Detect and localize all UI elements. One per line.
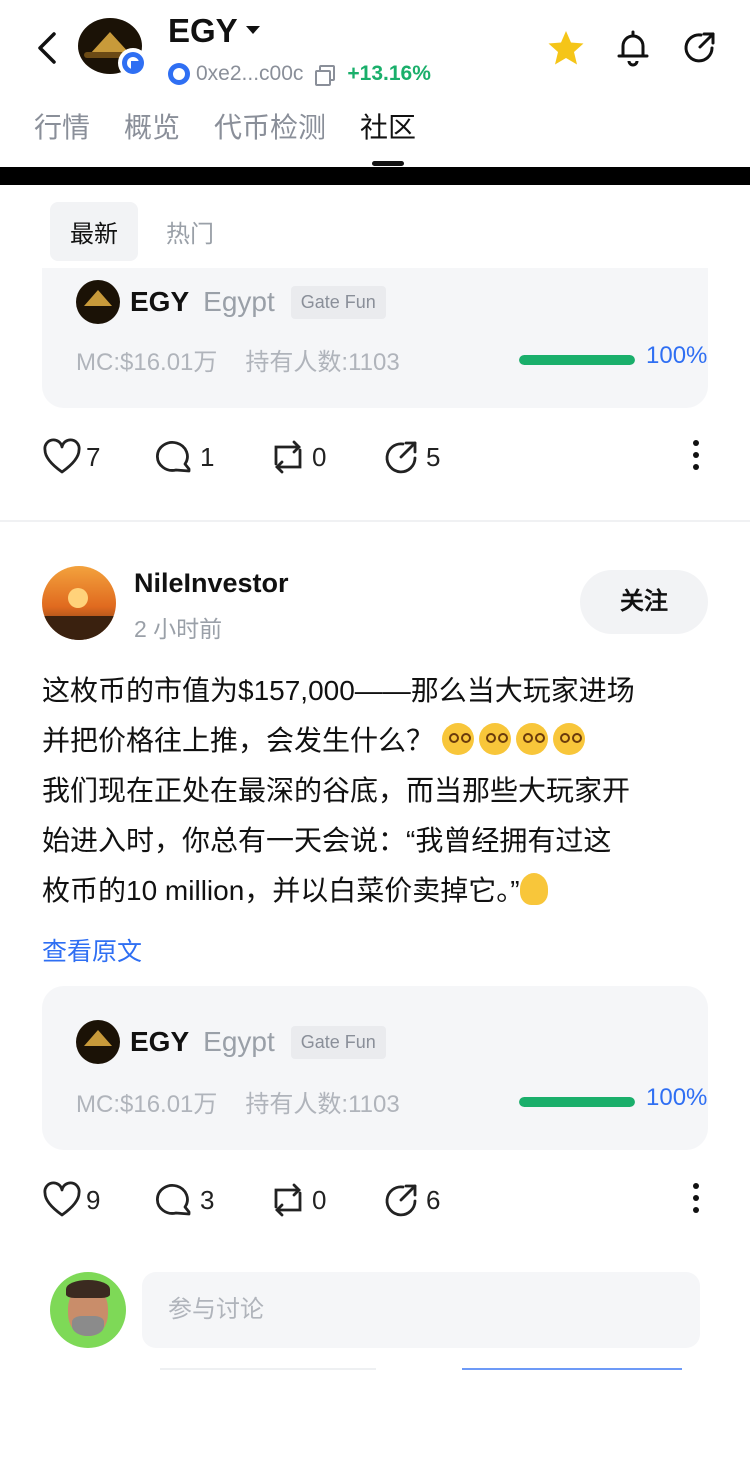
heart-icon [43, 438, 81, 474]
progress-percent: 100% [646, 342, 708, 369]
post-line: 我们现在正处在最深的谷底，而当那些大玩家开 [42, 775, 631, 806]
market-cap: MC:$16.01万 [76, 1091, 218, 1118]
comment-icon [156, 1184, 191, 1216]
post-actions: 9 3 0 6 [42, 1181, 708, 1221]
author-avatar[interactable] [42, 566, 116, 640]
market-cap: MC:$16.01万 [76, 349, 218, 376]
comment-icon [156, 441, 191, 473]
share-count: 5 [426, 441, 441, 472]
star-icon[interactable] [546, 28, 586, 68]
progress-bar [519, 355, 635, 365]
price-change: +13.16% [347, 62, 431, 85]
flushed-emoji-icon [515, 723, 548, 755]
flushed-emoji-icon [441, 723, 474, 755]
token-mini-logo [76, 1020, 120, 1064]
token-card-tag: Gate Fun [290, 1025, 386, 1059]
post-separator [0, 520, 750, 522]
token-card-header: EGY Egypt Gate Fun [76, 1020, 386, 1064]
post-line: 并把价格往上推，会发生什么？ [42, 716, 712, 766]
holders-count: 持有人数:1103 [245, 349, 400, 376]
chain-badge-icon [118, 48, 148, 78]
tab-token-check[interactable]: 代币检测 [214, 106, 326, 154]
chain-icon [168, 63, 190, 85]
token-card-stats: MC:$16.01万 持有人数:1103 100% [76, 1084, 707, 1119]
more-options-icon[interactable] [692, 1183, 700, 1217]
my-avatar [50, 1272, 126, 1348]
filter-hot[interactable]: 热门 [146, 202, 234, 261]
ok-hand-emoji-icon [519, 873, 548, 905]
flushed-emoji-icon [552, 723, 585, 755]
progress-bar [519, 1097, 635, 1107]
token-card[interactable]: EGY Egypt Gate Fun MC:$16.01万 持有人数:1103 … [42, 986, 708, 1150]
filter-latest[interactable]: 最新 [50, 202, 138, 261]
copy-icon[interactable] [315, 65, 336, 86]
author-name[interactable]: NileInvestor [134, 568, 289, 599]
contract-address: 0xe2...c00c [196, 62, 304, 85]
sort-filters: 最新 热门 [50, 202, 234, 261]
progress-percent: 100% [646, 1084, 708, 1111]
top-header: EGY 0xe2...c00c +13.16% 行情 概览 代币检测 社区 [0, 0, 750, 168]
like-count: 7 [86, 441, 101, 472]
token-card[interactable]: EGY Egypt Gate Fun MC:$16.01万 持有人数:1103 … [42, 268, 708, 408]
more-options-icon[interactable] [692, 440, 700, 474]
like-button[interactable]: 9 [42, 1181, 100, 1219]
repost-count: 0 [312, 441, 327, 472]
post-content: 这枚币的市值为$157,000——那么当大玩家进场 并把价格往上推，会发生什么？… [42, 666, 712, 916]
share-post-icon [385, 1184, 417, 1217]
post-line: 枚币的10 million，并以白菜价卖掉它。” [42, 866, 712, 916]
bell-icon[interactable] [613, 28, 653, 68]
comment-button[interactable]: 3 [156, 1181, 214, 1219]
back-arrow-icon[interactable] [30, 28, 64, 68]
share-icon[interactable] [680, 28, 720, 68]
address-row: 0xe2...c00c +13.16% [168, 60, 431, 88]
dropdown-caret-icon[interactable] [246, 26, 260, 34]
token-card-tag: Gate Fun [290, 285, 386, 319]
flushed-emoji-icon [478, 723, 511, 755]
token-card-name: Egypt [203, 1026, 275, 1057]
bottom-fade-line [160, 1368, 376, 1370]
tab-overview[interactable]: 概览 [124, 106, 180, 154]
token-card-name: Egypt [203, 286, 275, 317]
share-post-button[interactable]: 6 [382, 1181, 440, 1219]
share-post-icon [385, 441, 417, 474]
header-divider [0, 167, 750, 185]
token-card-header: EGY Egypt Gate Fun [76, 280, 386, 324]
post-line: 始进入时，你总有一天会说：“我曾经拥有过这 [42, 825, 612, 856]
bottom-accent-line [462, 1368, 682, 1370]
comment-count: 3 [200, 1184, 215, 1215]
share-post-button[interactable]: 5 [382, 438, 440, 476]
tab-market[interactable]: 行情 [34, 106, 90, 154]
token-card-symbol: EGY [130, 286, 190, 317]
repost-icon [274, 440, 302, 474]
view-original-link[interactable]: 查看原文 [42, 932, 142, 968]
tab-community[interactable]: 社区 [360, 106, 416, 166]
post-line: 这枚币的市值为$157,000——那么当大玩家进场 [42, 675, 635, 706]
like-button[interactable]: 7 [42, 438, 100, 476]
token-card-stats: MC:$16.01万 持有人数:1103 100% [76, 342, 707, 377]
like-count: 9 [86, 1184, 101, 1215]
comment-input[interactable] [142, 1272, 700, 1348]
post-actions: 7 1 0 5 [42, 438, 708, 478]
comment-button[interactable]: 1 [156, 438, 214, 476]
repost-button[interactable]: 0 [268, 438, 326, 476]
follow-button[interactable]: 关注 [580, 570, 708, 634]
token-mini-logo [76, 280, 120, 324]
heart-icon [43, 1181, 81, 1217]
holders-count: 持有人数:1103 [245, 1091, 400, 1118]
token-card-symbol: EGY [130, 1026, 190, 1057]
repost-icon [274, 1183, 302, 1217]
tab-bar: 行情 概览 代币检测 社区 [34, 106, 416, 166]
token-symbol[interactable]: EGY [168, 12, 238, 50]
share-count: 6 [426, 1184, 441, 1215]
repost-button[interactable]: 0 [268, 1181, 326, 1219]
post-time: 2 小时前 [134, 616, 223, 642]
repost-count: 0 [312, 1184, 327, 1215]
comment-count: 1 [200, 441, 215, 472]
